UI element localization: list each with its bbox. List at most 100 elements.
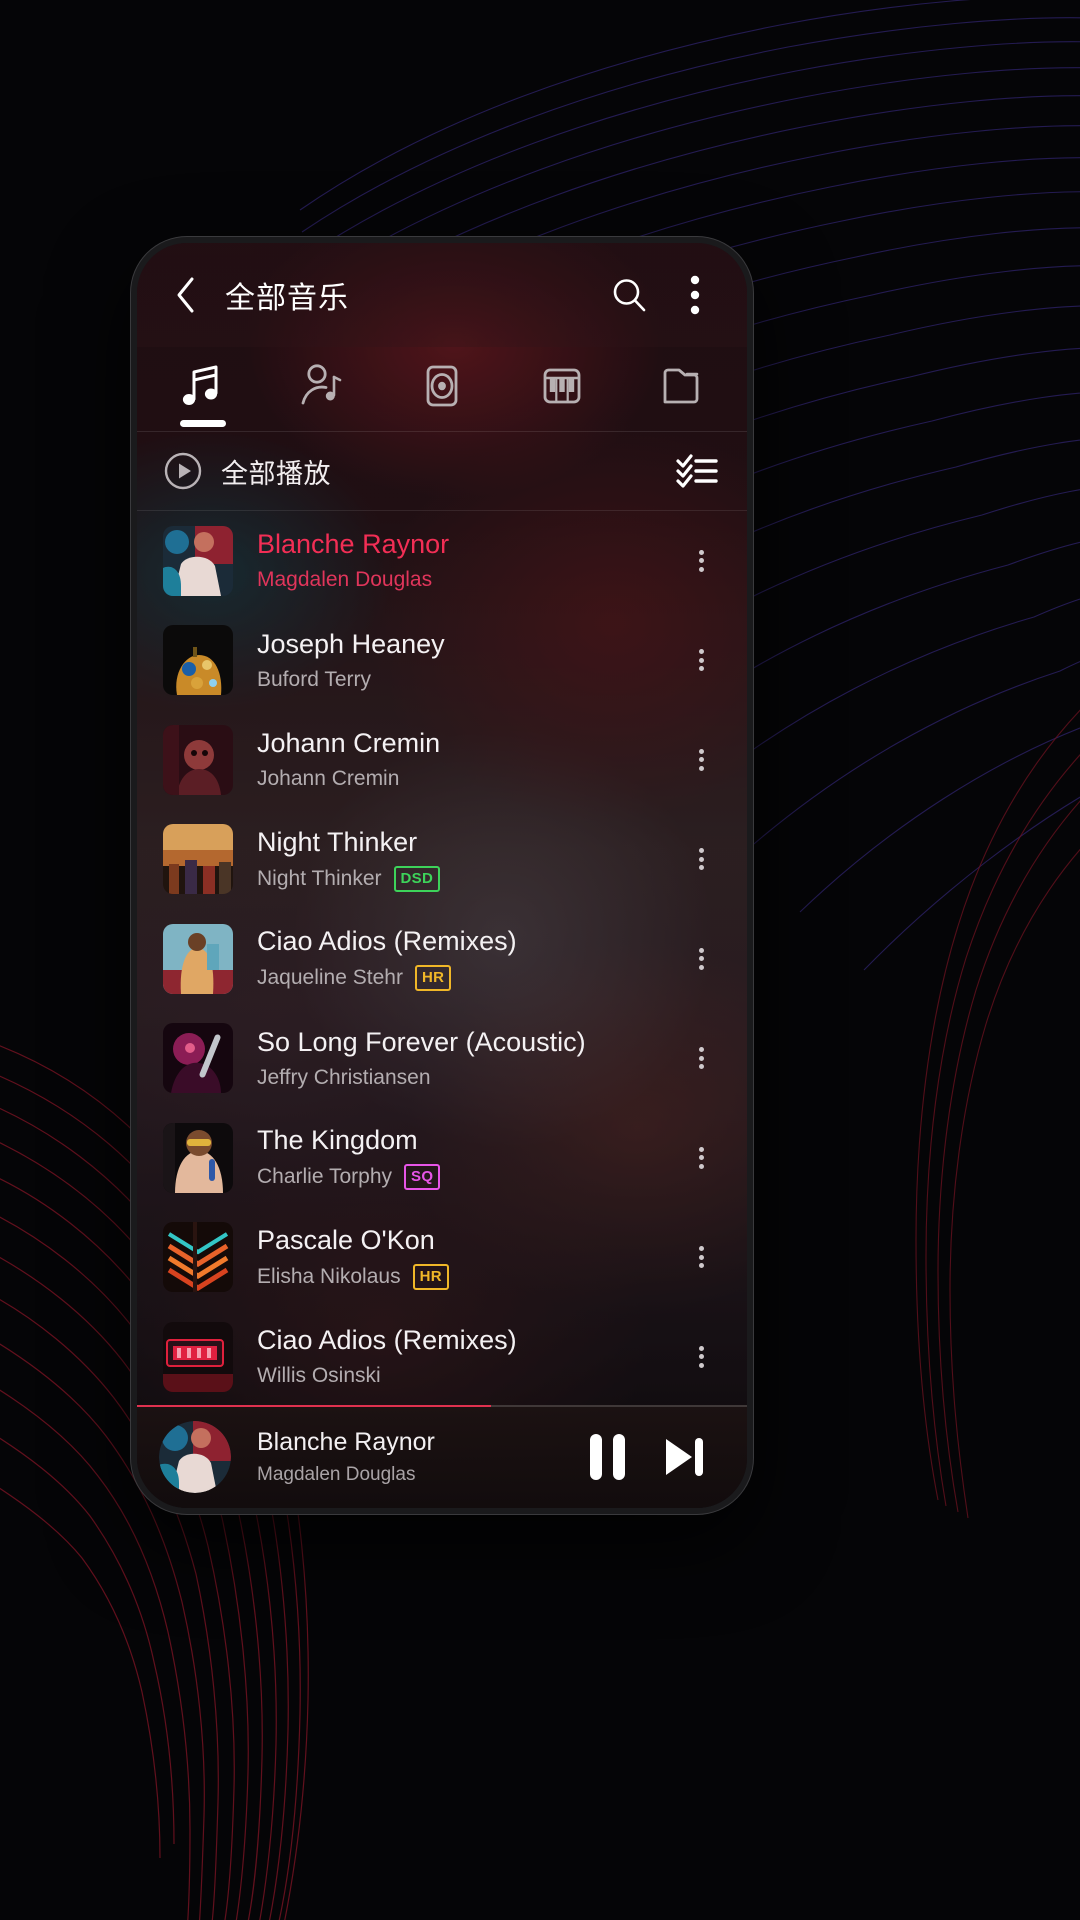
song-artist: Charlie Torphy [257,1165,393,1189]
song-overflow-button[interactable] [673,944,729,973]
album-artwork [163,1321,233,1392]
song-artist: Buford Terry [257,667,371,691]
pause-button[interactable] [569,1419,645,1495]
tab-artists[interactable] [263,347,383,431]
song-title: Joseph Heaney [257,628,445,659]
song-overflow-button[interactable] [673,1143,729,1172]
quality-badge: SQ [404,1164,441,1191]
song-list-item[interactable]: Ciao Adios (Remixes) Willis Osinski [137,1307,747,1405]
album-artwork [163,824,233,895]
overflow-menu-button[interactable] [667,267,723,323]
tab-albums[interactable] [382,347,502,431]
song-artist: Night Thinker [257,866,382,890]
song-list-item[interactable]: Joseph Heaney Buford Terry [137,611,747,711]
tab-songs[interactable] [143,347,263,431]
tab-genres[interactable] [502,347,622,431]
song-list-item[interactable]: Johann Cremin Johann Cremin [137,710,747,810]
song-title: So Long Forever (Acoustic) [257,1026,586,1057]
phone-frame: 全部音乐 全部播放 Blanche Raynor Magdalen Dougla… [131,237,753,1514]
song-meta: Joseph Heaney Buford Terry [257,629,673,692]
search-icon [613,279,646,312]
album-artwork [163,1122,233,1193]
song-artist: Johann Cremin [257,767,400,791]
song-overflow-button[interactable] [673,546,729,575]
song-list[interactable]: Blanche Raynor Magdalen Douglas Joseph Hea… [137,511,747,1405]
cover-9 [163,1321,233,1392]
piano-keys-icon [543,368,580,404]
song-list-item[interactable]: Pascale O'Kon Elisha Nikolaus HR [137,1208,747,1308]
song-subline: Willis Osinski [257,1364,673,1388]
album-artwork [163,625,233,696]
song-title: The Kingdom [257,1125,418,1156]
skip-next-icon [666,1437,703,1476]
song-list-item[interactable]: The Kingdom Charlie Torphy SQ [137,1108,747,1208]
folder-icon [663,368,699,404]
quality-badge: DSD [393,865,441,892]
mini-player-title: Blanche Raynor [257,1427,435,1456]
song-list-item[interactable]: Blanche Raynor Magdalen Douglas [137,511,747,611]
song-title: Ciao Adios (Remixes) [257,1325,517,1356]
song-title: Pascale O'Kon [257,1224,435,1255]
tab-bar [137,347,747,431]
pause-icon [589,1433,625,1480]
song-title: Blanche Raynor [257,529,450,560]
song-overflow-button[interactable] [673,1342,729,1371]
cover-1 [163,525,233,596]
song-title: Night Thinker [257,826,418,857]
cover-6 [163,1023,233,1094]
music-note-icon [182,365,218,405]
song-meta: The Kingdom Charlie Torphy SQ [257,1125,673,1191]
cover-5 [163,923,233,994]
song-title: Ciao Adios (Remixes) [257,926,517,957]
song-title: Johann Cremin [257,728,441,759]
checklist-icon [676,454,718,488]
album-artwork [163,1222,233,1293]
album-disc-icon [426,365,458,407]
song-subline: Jeffry Christiansen [257,1066,673,1090]
song-subline: Buford Terry [257,668,673,692]
cover-7 [163,1122,233,1193]
mini-player-meta: Blanche Raynor Magdalen Douglas [257,1428,569,1486]
artist-icon [301,364,342,405]
more-vertical-icon [690,275,700,315]
tab-folders[interactable] [621,347,741,431]
song-list-item[interactable]: So Long Forever (Acoustic) Jeffry Christi… [137,1009,747,1109]
song-overflow-button[interactable] [673,1243,729,1272]
cover-4 [163,824,233,895]
song-subline: Johann Cremin [257,767,673,791]
song-list-item[interactable]: Ciao Adios (Remixes) Jaqueline Stehr HR [137,909,747,1009]
playback-progress-track[interactable] [137,1405,747,1407]
song-artist: Willis Osinski [257,1364,381,1388]
play-all-label: 全部播放 [221,458,331,489]
song-overflow-button[interactable] [673,1044,729,1073]
more-vertical-icon [698,1143,704,1172]
song-list-item[interactable]: Night Thinker Night Thinker DSD [137,810,747,910]
next-track-button[interactable] [645,1419,721,1495]
mini-player-artwork[interactable] [159,1420,231,1493]
song-overflow-button[interactable] [673,845,729,874]
album-artwork [163,1023,233,1094]
play-all-row[interactable]: 全部播放 [137,432,747,510]
back-button[interactable] [163,272,209,318]
cover-2 [163,625,233,696]
song-subline: Charlie Torphy SQ [257,1164,673,1191]
mini-player[interactable]: Blanche Raynor Magdalen Douglas [137,1405,747,1508]
playback-progress-fill [137,1405,491,1407]
multiselect-button[interactable] [669,443,725,499]
more-vertical-icon [698,1044,704,1073]
more-vertical-icon [698,1243,704,1272]
song-subline: Elisha Nikolaus HR [257,1263,673,1290]
more-vertical-icon [698,1342,704,1371]
search-button[interactable] [601,267,657,323]
quality-badge: HR [412,1263,449,1290]
song-meta: Johann Cremin Johann Cremin [257,728,673,791]
song-artist: Jeffry Christiansen [257,1065,431,1089]
song-overflow-button[interactable] [673,745,729,774]
song-meta: Night Thinker Night Thinker DSD [257,827,673,892]
song-artist: Elisha Nikolaus [257,1264,401,1288]
song-meta: Pascale O'Kon Elisha Nikolaus HR [257,1225,673,1290]
quality-badge: HR [414,965,452,992]
song-overflow-button[interactable] [673,646,729,675]
phone-screen: 全部音乐 全部播放 Blanche Raynor Magdalen Dougla… [137,243,747,1508]
album-artwork [163,923,233,994]
